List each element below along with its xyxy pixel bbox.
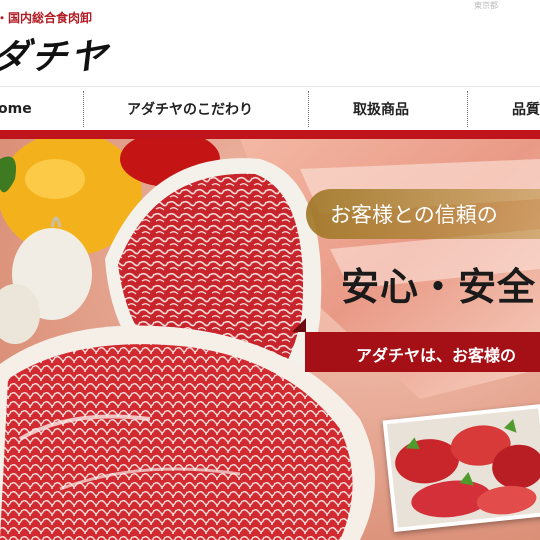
main-navigation: ome アダチヤのこだわり 取扱商品 品質 bbox=[0, 86, 540, 130]
nav-item-products[interactable]: 取扱商品 bbox=[353, 87, 409, 131]
nav-divider bbox=[308, 91, 309, 127]
hero-pill-text: お客様との信頼の bbox=[330, 203, 498, 227]
hero-headline: 安心・安全 bbox=[341, 265, 537, 309]
nav-accent-bar bbox=[0, 130, 540, 139]
company-tagline: ・国内総合食肉卸 bbox=[0, 11, 93, 25]
nav-item-home[interactable]: ome bbox=[0, 87, 32, 131]
nav-item-kodawari[interactable]: アダチヤのこだわり bbox=[127, 87, 253, 131]
inset-meat-photo bbox=[382, 403, 540, 533]
nav-item-quality[interactable]: 品質 bbox=[512, 87, 540, 131]
nav-divider bbox=[83, 91, 84, 127]
hero-band-text: アダチヤは、お客様の bbox=[356, 346, 517, 365]
hero-band-fold bbox=[292, 318, 306, 332]
header-corner-text: 東京都 bbox=[474, 1, 498, 10]
company-logo[interactable]: ダチヤ bbox=[0, 28, 113, 80]
inset-photo-image bbox=[386, 408, 540, 528]
nav-divider bbox=[467, 91, 468, 127]
site-header: ・国内総合食肉卸 ダチヤ 東京都 bbox=[0, 0, 540, 86]
